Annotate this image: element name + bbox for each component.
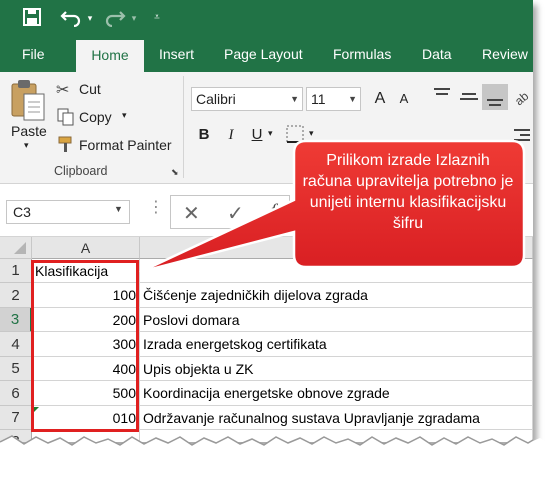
tab-file[interactable]: File [22,36,45,72]
row-header[interactable]: 5 [0,357,32,381]
cell-b5[interactable]: Upis objekta u ZK [140,357,533,381]
shrink-font-button[interactable]: A [393,88,415,110]
cell-a8[interactable] [32,430,140,442]
cell-a2[interactable]: 100 [32,283,140,308]
cell-b8[interactable] [140,430,533,442]
copy-icon [57,108,75,126]
tab-data[interactable]: Data [422,36,452,72]
align-right-icon[interactable] [510,124,533,146]
enter-icon[interactable]: ✓ [227,201,244,226]
drag-handle-icon[interactable]: ⋮ [148,197,165,217]
save-icon[interactable] [22,7,44,29]
paste-dropdown-icon[interactable]: ▾ [24,140,29,151]
font-size-select[interactable]: 11 ▼ [306,87,361,111]
borders-dropdown-icon[interactable]: ▾ [309,128,314,139]
undo-dropdown-icon[interactable]: ▾ [84,7,96,29]
select-all-corner[interactable] [0,237,32,259]
ribbon-tabs: File Home Insert Page Layout Formulas Da… [0,36,533,72]
column-header-a[interactable]: A [32,237,140,259]
shrink-font-label: A [399,91,409,106]
chevron-down-icon: ▼ [348,94,357,104]
ribbon-home: Paste ▾ ✂ Cut Copy ▾ Format Painter Clip… [0,72,533,184]
title-bar: ▾ ▾ ⩡ [0,0,533,36]
bold-button[interactable]: B [193,124,215,146]
underline-dropdown-icon[interactable]: ▾ [268,128,273,139]
cell-b4[interactable]: Izrada energetskog certifikata [140,332,533,357]
excel-window: ▾ ▾ ⩡ File Home Insert Page Layout Formu… [0,0,533,442]
format-painter-icon [57,135,75,153]
grow-font-label: A [374,90,386,107]
cut-button[interactable]: Cut [79,81,101,97]
formula-bar: C3 ▼ ⋮ ✕ ✓ f [0,185,533,237]
name-box-dropdown-icon[interactable]: ▼ [114,204,123,214]
row-header[interactable]: 8 [0,430,32,442]
customize-qat-icon[interactable]: ⩡ [150,7,164,29]
italic-button[interactable]: I [220,124,242,146]
copy-button[interactable]: Copy [79,109,112,125]
tab-review[interactable]: Review [482,36,528,72]
formula-buttons: ✕ ✓ f [170,195,290,229]
font-size-value: 11 [311,91,326,107]
row-header[interactable]: 2 [0,283,32,308]
cell-b1[interactable] [140,259,533,283]
clipboard-group-label: Clipboard [54,164,108,178]
row-header[interactable]: 4 [0,332,32,357]
row-header[interactable]: 7 [0,406,32,430]
orientation-icon[interactable]: ab [512,86,533,109]
font-name-value: Calibri [196,91,236,107]
copy-dropdown-icon[interactable]: ▾ [122,110,127,121]
redo-icon[interactable] [104,7,126,29]
cell-a5[interactable]: 400 [32,357,140,381]
vertical-alignment-buttons[interactable] [430,84,510,110]
error-indicator-icon[interactable] [33,407,39,413]
cancel-icon[interactable]: ✕ [183,201,200,226]
cell-b7[interactable]: Održavanje računalnog sustava Upravljanj… [140,406,533,430]
cell-a3[interactable]: 200 [32,308,140,332]
row-header-selected[interactable]: 3 [0,308,32,332]
redo-dropdown-icon[interactable]: ▾ [128,7,140,29]
cell-b2[interactable]: Čišćenje zajedničkih dijelova zgrada [140,283,533,308]
name-box[interactable]: C3 [6,200,130,224]
underline-button[interactable]: U [246,124,268,146]
ribbon-separator [183,76,184,178]
cell-b6[interactable]: Koordinacija energetske obnove zgrade [140,381,533,406]
column-header-b[interactable] [140,237,533,259]
tab-home[interactable]: Home [76,40,144,72]
clipboard-launcher-icon[interactable]: ⬊ [171,167,179,178]
cell-b3[interactable]: Poslovi domara [140,308,533,332]
cell-a7[interactable]: 010 [32,406,140,430]
tab-page-layout[interactable]: Page Layout [224,36,303,72]
cut-icon: ✂ [56,82,70,99]
row-header[interactable]: 6 [0,381,32,406]
paste-icon[interactable] [10,78,46,124]
row-header[interactable]: 1 [0,259,32,283]
chevron-down-icon: ▼ [290,94,299,104]
tab-insert[interactable]: Insert [159,36,194,72]
tab-formulas[interactable]: Formulas [333,36,391,72]
insert-function-icon[interactable]: f [271,200,276,221]
paste-label[interactable]: Paste [11,123,47,139]
svg-text:ab: ab [512,89,531,108]
font-name-select[interactable]: Calibri ▼ [191,87,303,111]
cell-a4[interactable]: 300 [32,332,140,357]
cell-a6[interactable]: 500 [32,381,140,406]
borders-icon[interactable] [285,124,307,146]
spreadsheet-grid: A 1 Klasifikacija 2 100 Čišćenje zajedni… [0,237,533,442]
undo-icon[interactable] [60,7,82,29]
cell-a1[interactable]: Klasifikacija [32,259,140,283]
format-painter-button[interactable]: Format Painter [79,137,172,153]
grow-font-button[interactable]: A [369,88,391,110]
